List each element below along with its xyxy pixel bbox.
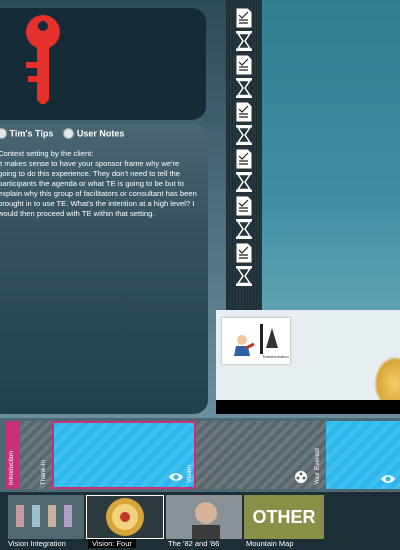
segment-label: Thank-in bbox=[40, 459, 47, 485]
caption-the-82-and-86: The '82 and '86 bbox=[168, 539, 220, 548]
gold-figure bbox=[374, 356, 400, 402]
thumbnail-vision-four[interactable] bbox=[86, 495, 164, 539]
icon-strip-items bbox=[226, 6, 262, 288]
thumbnail-vision-integration[interactable] bbox=[8, 495, 84, 539]
checklist-icon[interactable] bbox=[226, 6, 262, 30]
film-icon bbox=[295, 471, 307, 483]
notes-text: Context setting by the client: It makes … bbox=[0, 149, 197, 218]
caption-vision-integration: Vision Integration bbox=[8, 539, 66, 548]
other-label: OTHER bbox=[252, 507, 316, 527]
caption-vision-four: Vision: Four bbox=[88, 539, 136, 548]
checklist-icon[interactable] bbox=[226, 53, 262, 77]
segment-label: Your Everest bbox=[314, 448, 321, 485]
checklist-icon[interactable] bbox=[226, 147, 262, 171]
thumb-caption: Transformation bbox=[262, 354, 289, 359]
hourglass-icon[interactable] bbox=[226, 218, 262, 242]
divider-bar bbox=[216, 400, 400, 414]
segment-your-everest[interactable]: Your Everest bbox=[196, 421, 326, 489]
caption-mountain-map: Mountain Map bbox=[246, 539, 294, 548]
notes-tabs: Tim's Tips User Notes bbox=[0, 128, 125, 140]
medallion-image bbox=[106, 498, 144, 536]
hourglass-icon[interactable] bbox=[226, 171, 262, 195]
key-icon[interactable] bbox=[20, 14, 66, 104]
segment-label: Vision bbox=[186, 465, 193, 483]
hourglass-icon[interactable] bbox=[226, 124, 262, 148]
checklist-icon[interactable] bbox=[226, 100, 262, 124]
thumbnail-the-82-and-86[interactable] bbox=[166, 495, 242, 539]
tab-tims-tips[interactable]: Tim's Tips bbox=[10, 129, 54, 139]
segment-next[interactable] bbox=[326, 421, 400, 489]
hourglass-icon[interactable] bbox=[226, 265, 262, 289]
tab-radio-user-notes[interactable] bbox=[63, 128, 75, 140]
tab-user-notes[interactable]: User Notes bbox=[77, 129, 125, 139]
checklist-icon[interactable] bbox=[226, 241, 262, 265]
segment-thank-in[interactable]: Thank-in bbox=[20, 421, 52, 489]
preview-thumbnail[interactable]: Transformation bbox=[222, 318, 290, 364]
bottles-image bbox=[16, 505, 72, 527]
eye-icon bbox=[381, 475, 395, 483]
portrait-image bbox=[192, 502, 220, 539]
hourglass-icon[interactable] bbox=[226, 77, 262, 101]
segment-introduction[interactable]: Introduction bbox=[6, 421, 20, 489]
thumbnail-mountain-map[interactable]: OTHER bbox=[244, 495, 324, 539]
segment-label: Introduction bbox=[8, 451, 15, 485]
eye-icon bbox=[169, 473, 183, 481]
hourglass-icon[interactable] bbox=[226, 30, 262, 54]
tab-radio-tims-tips[interactable] bbox=[0, 128, 7, 140]
segment-vision[interactable]: Vision bbox=[52, 421, 196, 489]
checklist-icon[interactable] bbox=[226, 194, 262, 218]
